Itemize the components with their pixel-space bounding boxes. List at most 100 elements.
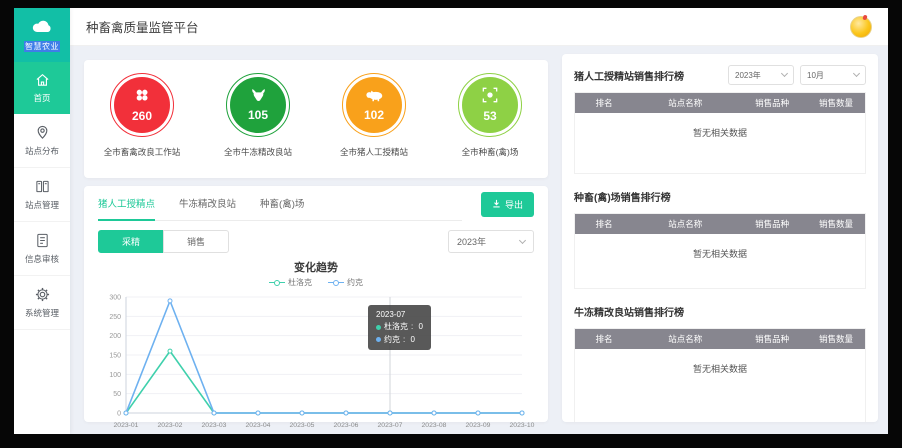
pig-icon <box>365 88 384 107</box>
chart-title: 变化趋势 <box>84 259 548 275</box>
mode-toggle: 采精 销售 <box>98 230 229 253</box>
sidebar-item-label: 站点管理 <box>25 199 59 211</box>
document-icon <box>35 233 50 248</box>
legend-label: 约克 <box>347 277 363 288</box>
ranking-table-header: 排名 站点名称 销售品种 销售数量 <box>575 329 865 349</box>
sidebar-item-info-review[interactable]: 信息审核 <box>14 222 70 276</box>
chevron-down-icon <box>781 70 788 77</box>
legend-item-york[interactable]: 约克 <box>328 277 363 288</box>
trend-chart-card: 猪人工授精点 牛冻精改良站 种畜(禽)场 导出 采精 销售 2023年 变化趋势 <box>84 186 548 422</box>
ranking-title: 种畜(禽)场销售排行榜 <box>574 189 671 204</box>
chart-tabs: 猪人工授精点 牛冻精改良站 种畜(禽)场 <box>98 196 462 221</box>
svg-text:2023-08: 2023-08 <box>422 422 447 429</box>
cattle-icon <box>249 88 268 107</box>
chevron-down-icon <box>519 236 526 243</box>
cloud-icon <box>31 19 53 38</box>
tab-cattle-semen[interactable]: 牛冻精改良站 <box>179 196 236 220</box>
user-avatar[interactable] <box>850 16 872 38</box>
location-pin-icon <box>35 125 50 140</box>
stat-value: 105 <box>248 108 268 122</box>
svg-text:2023-02: 2023-02 <box>158 422 183 429</box>
column-rank: 排名 <box>575 333 633 345</box>
stat-cattle-semen-stations: 105 全市牛冻精改良站 <box>200 73 316 158</box>
logo-text: 智慧农业 <box>24 41 60 52</box>
mode-collection-button[interactable]: 采精 <box>98 230 164 253</box>
tab-pig-insemination[interactable]: 猪人工授精点 <box>98 196 155 221</box>
stat-label: 全市牛冻精改良站 <box>224 146 292 158</box>
ranking-table: 排名 站点名称 销售品种 销售数量 暂无相关数据 <box>574 328 866 422</box>
empty-state-text: 暂无相关数据 <box>575 234 865 288</box>
column-quantity: 销售数量 <box>807 218 865 230</box>
svg-text:2023-07: 2023-07 <box>378 422 403 429</box>
clover-icon <box>134 87 150 108</box>
sidebar-item-label: 首页 <box>33 92 50 104</box>
ranking-table: 排名 站点名称 销售品种 销售数量 暂无相关数据 <box>574 213 866 289</box>
legend-marker <box>328 279 344 286</box>
stat-breeding-farms: 53 全市种畜(禽)场 <box>432 73 548 158</box>
scan-target-icon <box>482 87 498 108</box>
ranking-table: 排名 站点名称 销售品种 销售数量 暂无相关数据 <box>574 92 866 174</box>
tab-breeding-farm[interactable]: 种畜(禽)场 <box>260 196 304 220</box>
chart-year-select[interactable]: 2023年 <box>448 230 534 253</box>
stat-label: 全市种畜(禽)场 <box>462 146 519 158</box>
svg-text:250: 250 <box>109 314 121 321</box>
line-chart-svg: 0501001502002503002023-012023-022023-032… <box>94 289 538 434</box>
stat-label: 全市畜禽改良工作站 <box>104 146 181 158</box>
ranking-year-select[interactable]: 2023年 <box>728 65 794 85</box>
ranking-month-select[interactable]: 10月 <box>800 65 866 85</box>
ranking-title: 猪人工授精站销售排行榜 <box>574 68 684 83</box>
ranking-section-cattle-semen: 牛冻精改良站销售排行榜 排名 站点名称 销售品种 销售数量 暂无相关数据 <box>574 300 866 422</box>
stat-value: 260 <box>132 109 152 123</box>
sidebar-item-label: 系统管理 <box>25 307 59 319</box>
stat-improvement-workstations: 260 全市畜禽改良工作站 <box>84 73 200 158</box>
rankings-card: 猪人工授精站销售排行榜 2023年 10月 排名 站点名称 销售品种 销售数量 <box>562 54 878 422</box>
ranking-table-header: 排名 站点名称 销售品种 销售数量 <box>575 214 865 234</box>
column-rank: 排名 <box>575 218 633 230</box>
export-label: 导出 <box>505 198 523 211</box>
column-rank: 排名 <box>575 97 633 109</box>
line-chart: 0501001502002503002023-012023-022023-032… <box>94 289 538 434</box>
svg-text:2023-06: 2023-06 <box>334 422 359 429</box>
page-title: 种畜禽质量监管平台 <box>86 17 199 36</box>
app-logo: 智慧农业 <box>14 8 70 62</box>
sidebar-item-home[interactable]: 首页 <box>14 62 70 114</box>
sidebar-item-site-distribution[interactable]: 站点分布 <box>14 114 70 168</box>
svg-text:0: 0 <box>117 411 121 418</box>
svg-text:2023-04: 2023-04 <box>246 422 271 429</box>
stat-pig-insemination-stations: 102 全市猪人工授精站 <box>316 73 432 158</box>
sidebar-item-label: 站点分布 <box>25 145 59 157</box>
gear-icon <box>35 287 50 302</box>
app-root: 智慧农业 首页 站点分布 站点管理 信息审核 <box>14 8 888 434</box>
home-icon <box>35 73 50 87</box>
column-breed: 销售品种 <box>737 333 807 345</box>
stat-value: 102 <box>364 108 384 122</box>
column-breed: 销售品种 <box>737 218 807 230</box>
svg-text:150: 150 <box>109 353 121 360</box>
svg-text:2023-03: 2023-03 <box>202 422 227 429</box>
mode-sales-button[interactable]: 销售 <box>163 230 229 253</box>
column-quantity: 销售数量 <box>807 97 865 109</box>
stat-label: 全市猪人工授精站 <box>340 146 408 158</box>
export-button[interactable]: 导出 <box>481 192 534 217</box>
sidebar-item-system-management[interactable]: 系统管理 <box>14 276 70 330</box>
stats-card: 260 全市畜禽改良工作站 105 全市牛冻精改良站 102 全市猪人工授精站 … <box>84 60 548 178</box>
legend-item-duroc[interactable]: 杜洛克 <box>269 277 312 288</box>
column-breed: 销售品种 <box>737 97 807 109</box>
chevron-down-icon <box>853 70 860 77</box>
svg-text:100: 100 <box>109 372 121 379</box>
svg-text:2023-09: 2023-09 <box>466 422 491 429</box>
column-site-name: 站点名称 <box>633 218 737 230</box>
sidebar-item-site-management[interactable]: 站点管理 <box>14 168 70 222</box>
column-site-name: 站点名称 <box>633 333 737 345</box>
legend-label: 杜洛克 <box>288 277 312 288</box>
books-icon <box>35 179 50 194</box>
svg-text:2023-10: 2023-10 <box>510 422 535 429</box>
top-bar: 种畜禽质量监管平台 <box>70 8 888 46</box>
empty-state-text: 暂无相关数据 <box>575 113 865 173</box>
empty-state-text: 暂无相关数据 <box>575 349 865 422</box>
column-site-name: 站点名称 <box>633 97 737 109</box>
column-quantity: 销售数量 <box>807 333 865 345</box>
ranking-table-header: 排名 站点名称 销售品种 销售数量 <box>575 93 865 113</box>
download-icon <box>492 199 501 210</box>
legend-marker <box>269 279 285 286</box>
